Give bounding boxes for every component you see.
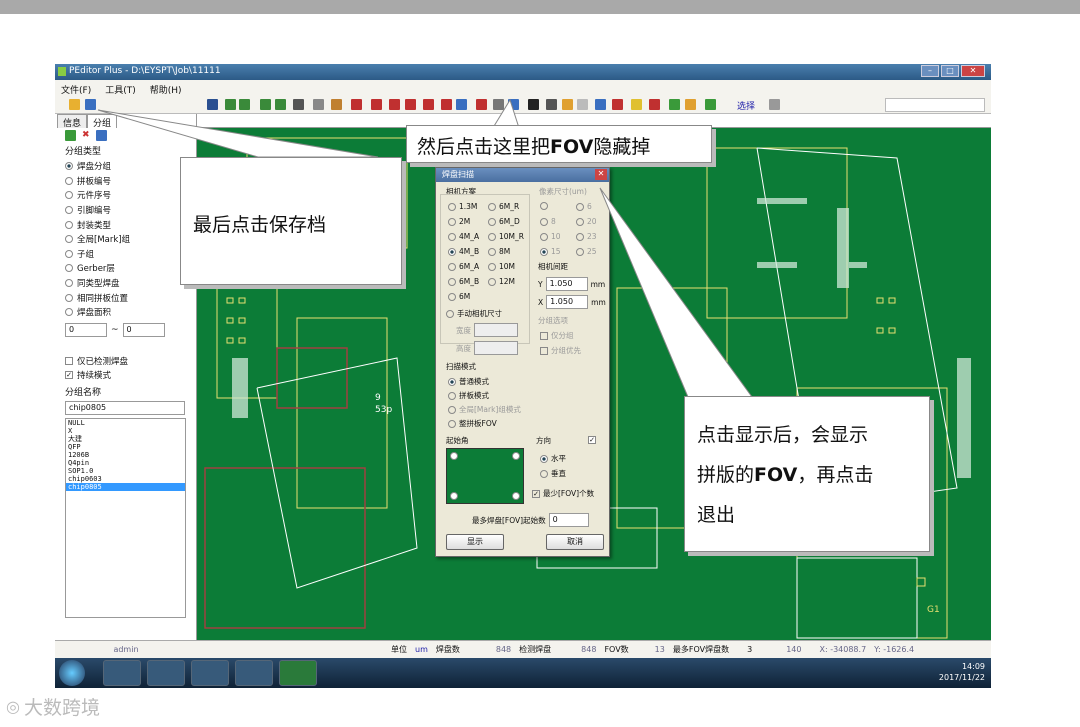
watermark-logo-icon: ◎ bbox=[6, 697, 20, 716]
watermark: ◎ 大数跨境 bbox=[6, 693, 100, 720]
callout-text: 退出 bbox=[697, 504, 736, 526]
callout-text-bold: FOV bbox=[754, 464, 798, 486]
callout-hide-fov: 然后点击这里把FOV隐藏掉 bbox=[406, 125, 712, 163]
callout-pointers bbox=[97, 98, 753, 398]
callout-save: 最后点击保存档 bbox=[180, 157, 402, 285]
callout-text-bold: FOV bbox=[550, 136, 594, 158]
callout-text: ，再点击 bbox=[797, 464, 874, 486]
callout-text: 隐藏掉 bbox=[593, 136, 651, 158]
callout-pointer bbox=[599, 187, 753, 398]
callout-pointer bbox=[97, 109, 379, 158]
callout-text: 最后点击保存档 bbox=[193, 214, 327, 236]
watermark-text: 大数跨境 bbox=[23, 697, 100, 719]
callout-text: 拼版的 bbox=[697, 464, 755, 486]
callout-show: 点击显示后，会显示 拼版的FOV，再点击 退出 bbox=[684, 396, 930, 552]
callout-text: 然后点击这里把 bbox=[417, 136, 551, 158]
callout-text: 点击显示后，会显示 bbox=[697, 424, 869, 446]
